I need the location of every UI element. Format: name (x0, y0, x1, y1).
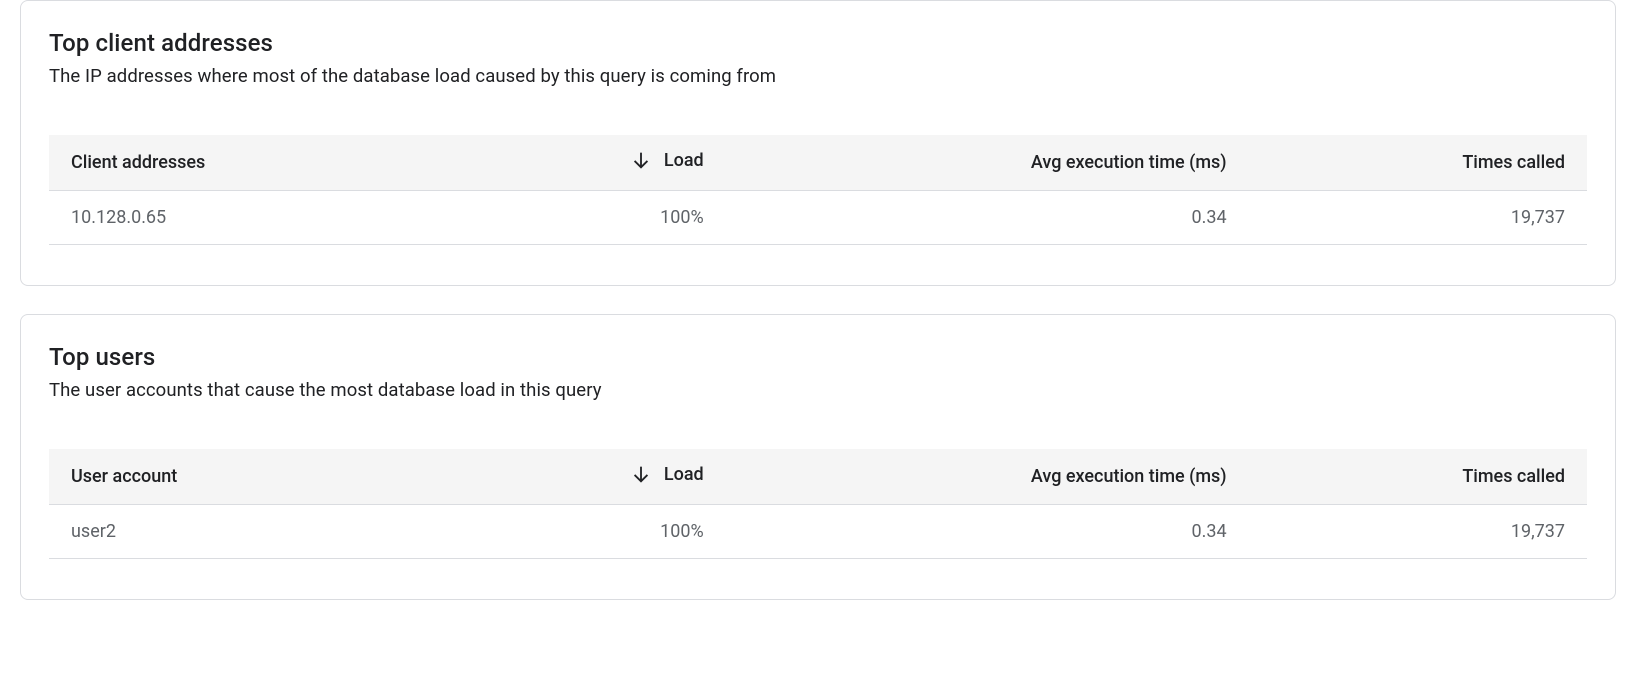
column-header-label: Avg execution time (ms) (1031, 152, 1227, 173)
top-users-title: Top users (49, 343, 1587, 371)
column-header-times-called[interactable]: Times called (1249, 135, 1587, 191)
column-header-label: Avg execution time (ms) (1031, 466, 1227, 487)
column-header-label: Times called (1462, 152, 1565, 173)
arrow-down-icon (630, 463, 652, 485)
top-users-card: Top users The user accounts that cause t… (20, 314, 1616, 600)
sort-header-load[interactable]: Load (630, 149, 704, 171)
cell-times-called: 19,737 (1249, 191, 1587, 245)
table-row: user2 100% 0.34 19,737 (49, 505, 1587, 559)
table-header-row: Client addresses Load Avg execution time… (49, 135, 1587, 191)
column-header-label: Load (664, 150, 704, 171)
cell-load: 100% (510, 191, 725, 245)
cell-avg-exec: 0.34 (726, 505, 1249, 559)
column-header-label: Client addresses (71, 152, 205, 173)
column-header-load[interactable]: Load (510, 449, 725, 505)
cell-load: 100% (510, 505, 725, 559)
cell-avg-exec: 0.34 (726, 191, 1249, 245)
top-client-addresses-title: Top client addresses (49, 29, 1587, 57)
table-header-row: User account Load Avg execution time (ms… (49, 449, 1587, 505)
cell-user-account: user2 (49, 505, 510, 559)
column-header-label: Load (664, 464, 704, 485)
client-addresses-table: Client addresses Load Avg execution time… (49, 135, 1587, 245)
column-header-client-addresses[interactable]: Client addresses (49, 135, 510, 191)
cell-client-address: 10.128.0.65 (49, 191, 510, 245)
column-header-avg-exec[interactable]: Avg execution time (ms) (726, 135, 1249, 191)
column-header-label: User account (71, 466, 177, 487)
column-header-user-account[interactable]: User account (49, 449, 510, 505)
column-header-load[interactable]: Load (510, 135, 725, 191)
table-row: 10.128.0.65 100% 0.34 19,737 (49, 191, 1587, 245)
column-header-times-called[interactable]: Times called (1249, 449, 1587, 505)
column-header-avg-exec[interactable]: Avg execution time (ms) (726, 449, 1249, 505)
arrow-down-icon (630, 149, 652, 171)
cell-times-called: 19,737 (1249, 505, 1587, 559)
top-client-addresses-subtitle: The IP addresses where most of the datab… (49, 65, 1587, 87)
column-header-label: Times called (1462, 466, 1565, 487)
top-users-subtitle: The user accounts that cause the most da… (49, 379, 1587, 401)
users-table: User account Load Avg execution time (ms… (49, 449, 1587, 559)
top-client-addresses-card: Top client addresses The IP addresses wh… (20, 0, 1616, 286)
sort-header-load[interactable]: Load (630, 463, 704, 485)
